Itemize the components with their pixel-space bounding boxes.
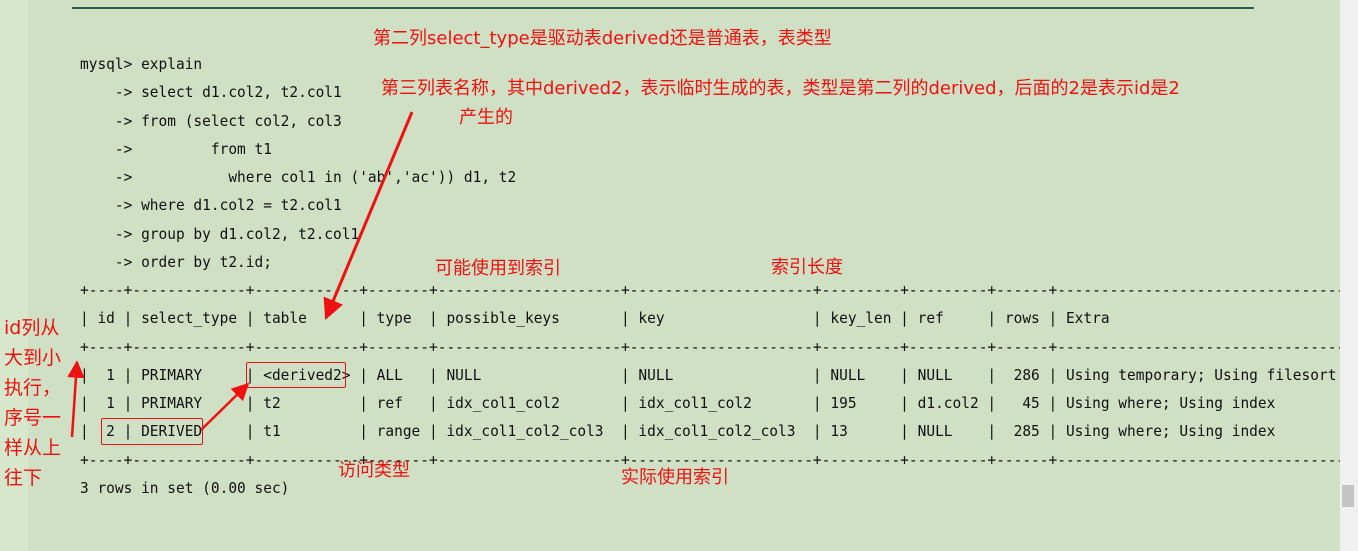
scrollbar-thumb[interactable] — [1342, 485, 1354, 507]
id-order-arrow — [67, 360, 85, 438]
vertical-scrollbar[interactable] — [1340, 0, 1358, 551]
derived-link-arrow — [200, 382, 250, 431]
annotation-arrows — [67, 111, 414, 438]
table-note-arrow — [323, 111, 414, 320]
